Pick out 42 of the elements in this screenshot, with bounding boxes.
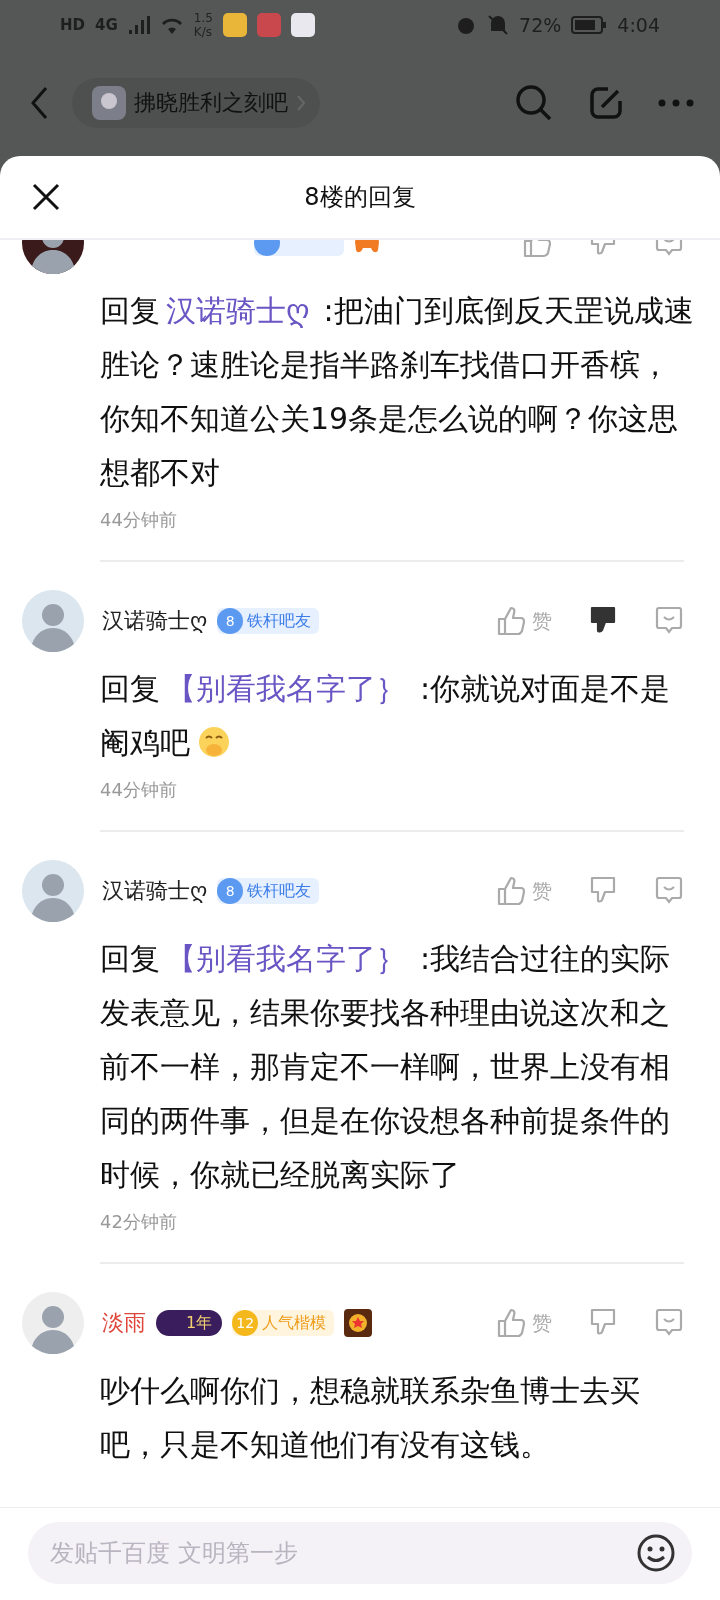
membership-badge: 1年: [156, 1310, 223, 1336]
share-icon[interactable]: [588, 85, 624, 121]
signal-icon: [127, 15, 150, 35]
timestamp: 42分钟前: [100, 1210, 178, 1234]
chevron-right-icon: [296, 94, 306, 112]
forum-avatar-icon: [92, 86, 126, 120]
back-icon[interactable]: [30, 86, 50, 120]
user-link[interactable]: 汉诺骑士ღ: [166, 293, 310, 328]
forum-name: 拂晓胜利之刻吧: [134, 89, 288, 117]
emoji-icon: [198, 726, 230, 758]
more-icon[interactable]: [658, 99, 694, 107]
thumbs-up-icon: [496, 1307, 526, 1339]
app-notification-icon: [290, 13, 315, 37]
user-link[interactable]: 【别看我名字了｝: [166, 941, 406, 976]
emoji-icon[interactable]: [636, 1533, 676, 1573]
search-icon[interactable]: [514, 83, 554, 123]
comment-text: 回复 汉诺骑士ღ :把油门到底倒反天罡说成速胜论？速胜论是指半路刹车找借口开香槟，你知不知道公关19条是怎么说的啊？你这思想都不对: [100, 292, 695, 492]
battery-level: 72%: [519, 14, 562, 36]
user-name[interactable]: 汉诺骑士ღ: [102, 606, 208, 636]
level-badge: 8 铁杆吧友: [217, 608, 320, 634]
comment-input[interactable]: 发贴千百度 文明第一步: [28, 1522, 692, 1584]
sheet-title: 8楼的回复: [304, 182, 416, 213]
thumbs-up-icon: [496, 605, 526, 637]
timestamp: 44分钟前: [100, 508, 178, 532]
comment-text: 吵什么啊你们，想稳就联系杂鱼博士去买吧，只是不知道他们有没有这钱。: [100, 1372, 641, 1464]
medal-icon: [344, 1309, 373, 1337]
clock: 4:04: [617, 14, 660, 36]
user-name[interactable]: 汉诺骑士ღ: [102, 876, 208, 906]
network-type: 4G: [95, 16, 118, 34]
level-badge: 12 人气楷模: [232, 1310, 335, 1336]
mute-icon: [487, 14, 510, 36]
battery-icon: [571, 16, 608, 34]
thumbs-up-icon: [496, 875, 526, 907]
app-notification-icon: [222, 13, 247, 37]
comment-text: 回复 【别看我名字了｝ :我结合过往的实际发表意见，结果你要找各种理由说这次和之前不一样，那肯定不一样啊，世界上没有相同的两件事，但是在你设想各种前提条件的时候，你就已经脱离实际了: [100, 940, 672, 1194]
timestamp: 44分钟前: [100, 778, 178, 802]
app-notification-icon: [256, 13, 281, 37]
comment-text: 回复 【别看我名字了｝ :你就说对面是不是阉鸡吧: [100, 670, 672, 762]
level-badge: 8 铁杆吧友: [217, 878, 320, 904]
hd-indicator: HD: [60, 16, 85, 34]
user-link[interactable]: 【别看我名字了｝: [166, 671, 406, 706]
user-name[interactable]: 淡雨: [102, 1308, 146, 1338]
